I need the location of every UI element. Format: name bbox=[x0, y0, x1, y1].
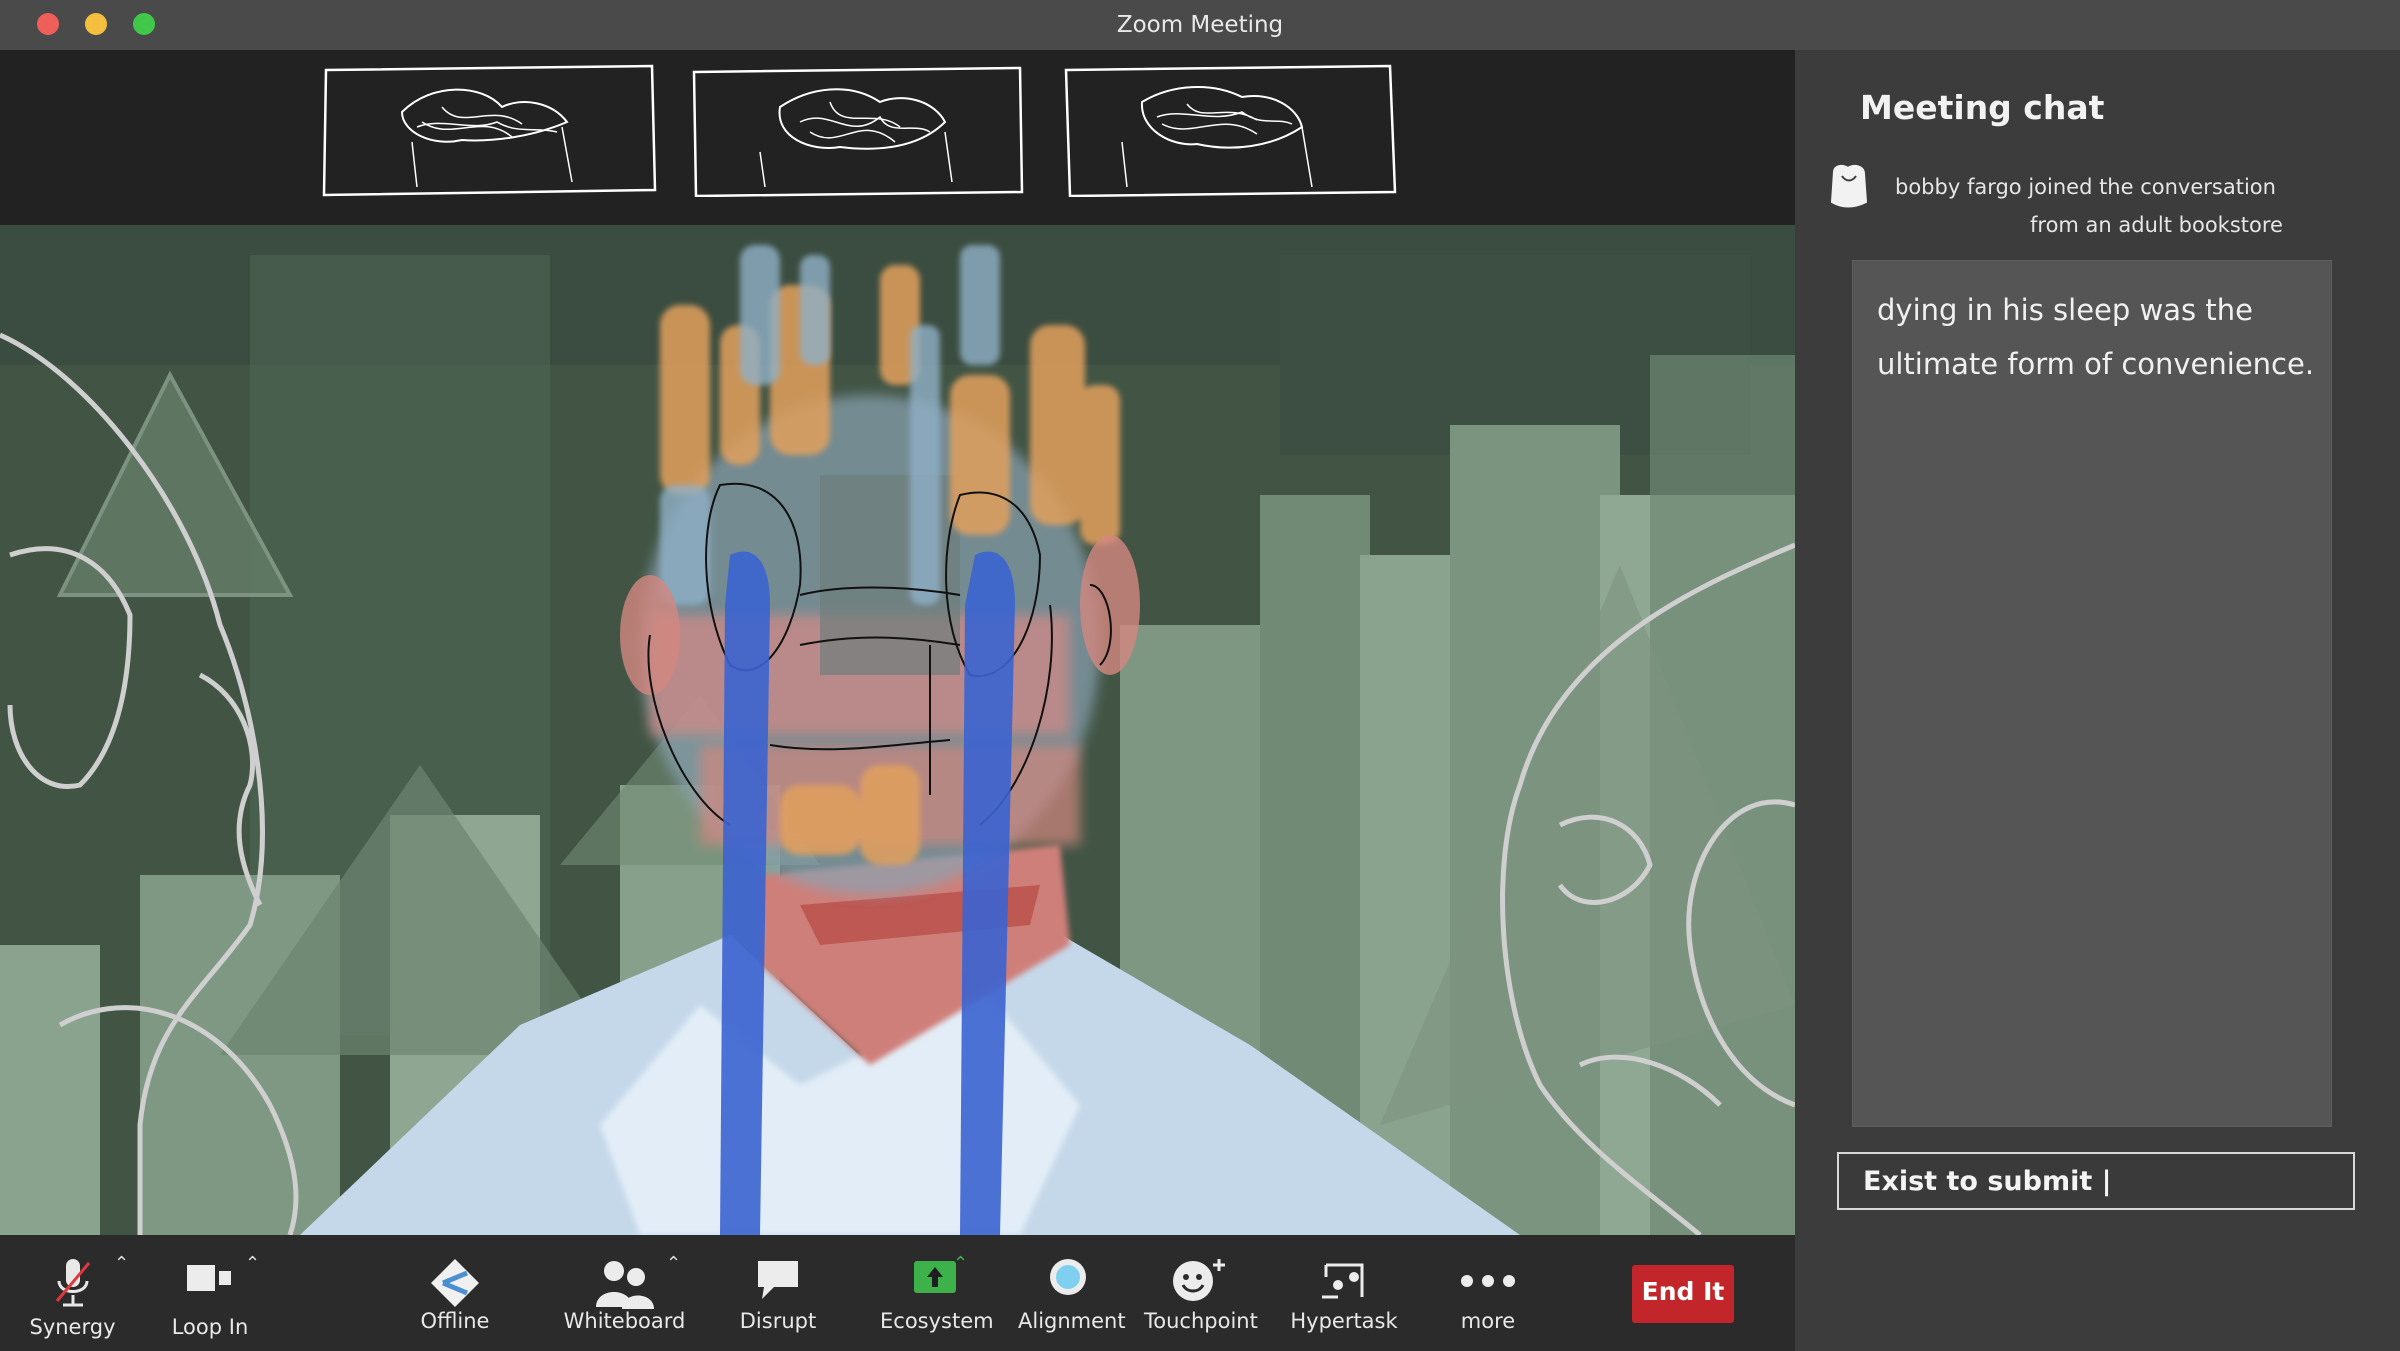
disrupt-button[interactable]: Disrupt bbox=[728, 1247, 828, 1347]
chat-message-text: dying in his sleep was the ultimate form… bbox=[1877, 293, 2315, 381]
alignment-button[interactable]: Alignment bbox=[1018, 1247, 1126, 1347]
offline-label: Offline bbox=[420, 1309, 490, 1333]
whiteboard-label: Whiteboard bbox=[563, 1309, 686, 1333]
more-button[interactable]: more bbox=[1438, 1247, 1538, 1347]
participant-thumbnail-3[interactable] bbox=[1062, 62, 1397, 197]
speaker-painting bbox=[0, 225, 1795, 1235]
loop-in-options-chevron-icon[interactable]: ⌃ bbox=[245, 1253, 260, 1274]
video-camera-icon bbox=[187, 1265, 231, 1291]
chat-system-message: bobby fargo joined the conversation from… bbox=[1895, 168, 2355, 244]
participant-thumbnail-1[interactable] bbox=[322, 62, 657, 197]
window-titlebar: Zoom Meeting bbox=[0, 0, 2400, 51]
chat-message-box: dying in his sleep was the ultimate form… bbox=[1852, 260, 2332, 1127]
ecosystem-options-chevron-icon[interactable]: ⌃ bbox=[953, 1253, 968, 1274]
video-area bbox=[0, 50, 1795, 1235]
user-avatar-icon bbox=[1830, 164, 1868, 208]
record-circle-icon bbox=[1050, 1259, 1086, 1295]
chat-input-field[interactable]: Exist to submit | bbox=[1837, 1152, 2355, 1210]
meeting-toolbar: Synergy ⌃ Loop In ⌃ Offline Whiteboard ⌃ bbox=[0, 1235, 1795, 1351]
system-message-line-1: bobby fargo joined the conversation bbox=[1895, 175, 2276, 199]
chat-bubble-icon bbox=[758, 1261, 798, 1299]
participants-icon bbox=[595, 1261, 654, 1309]
ellipsis-icon bbox=[1461, 1275, 1515, 1287]
synergy-label: Synergy bbox=[29, 1315, 116, 1339]
more-label: more bbox=[1460, 1309, 1516, 1333]
loop-in-label: Loop In bbox=[171, 1315, 249, 1339]
participant-thumbnail-2[interactable] bbox=[690, 62, 1025, 197]
synergy-options-chevron-icon[interactable]: ⌃ bbox=[114, 1253, 129, 1274]
ecosystem-label: Ecosystem bbox=[880, 1309, 994, 1333]
chat-input-value: Exist to submit | bbox=[1863, 1166, 2112, 1197]
main-speaker-video bbox=[0, 225, 1795, 1235]
whiteboard-options-chevron-icon[interactable]: ⌃ bbox=[666, 1253, 681, 1274]
offline-button[interactable]: Offline bbox=[405, 1247, 505, 1347]
muted-microphone-icon bbox=[55, 1259, 90, 1307]
chat-title: Meeting chat bbox=[1860, 88, 2105, 127]
participant-thumbnails bbox=[0, 50, 1795, 225]
end-meeting-button[interactable]: End It bbox=[1632, 1265, 1734, 1323]
touchpoint-button[interactable]: Touchpoint bbox=[1144, 1247, 1258, 1347]
apps-grid-icon bbox=[1322, 1263, 1364, 1299]
touchpoint-label: Touchpoint bbox=[1144, 1309, 1258, 1333]
window-title: Zoom Meeting bbox=[1116, 12, 1284, 38]
disrupt-label: Disrupt bbox=[739, 1309, 817, 1333]
smiley-reaction-icon bbox=[1173, 1259, 1225, 1301]
ecosystem-button[interactable]: Ecosystem bbox=[880, 1247, 994, 1347]
synergy-button[interactable]: Synergy bbox=[20, 1247, 125, 1347]
share-diamond-icon bbox=[431, 1259, 479, 1307]
hypertask-label: Hypertask bbox=[1290, 1309, 1398, 1333]
chat-panel: Meeting chat bobby fargo joined the conv… bbox=[1795, 50, 2400, 1351]
alignment-label: Alignment bbox=[1018, 1309, 1126, 1333]
hypertask-button[interactable]: Hypertask bbox=[1284, 1247, 1404, 1347]
system-message-line-2: from an adult bookstore bbox=[2030, 213, 2283, 237]
end-meeting-label: End It bbox=[1641, 1277, 1725, 1306]
share-screen-icon bbox=[914, 1261, 956, 1293]
